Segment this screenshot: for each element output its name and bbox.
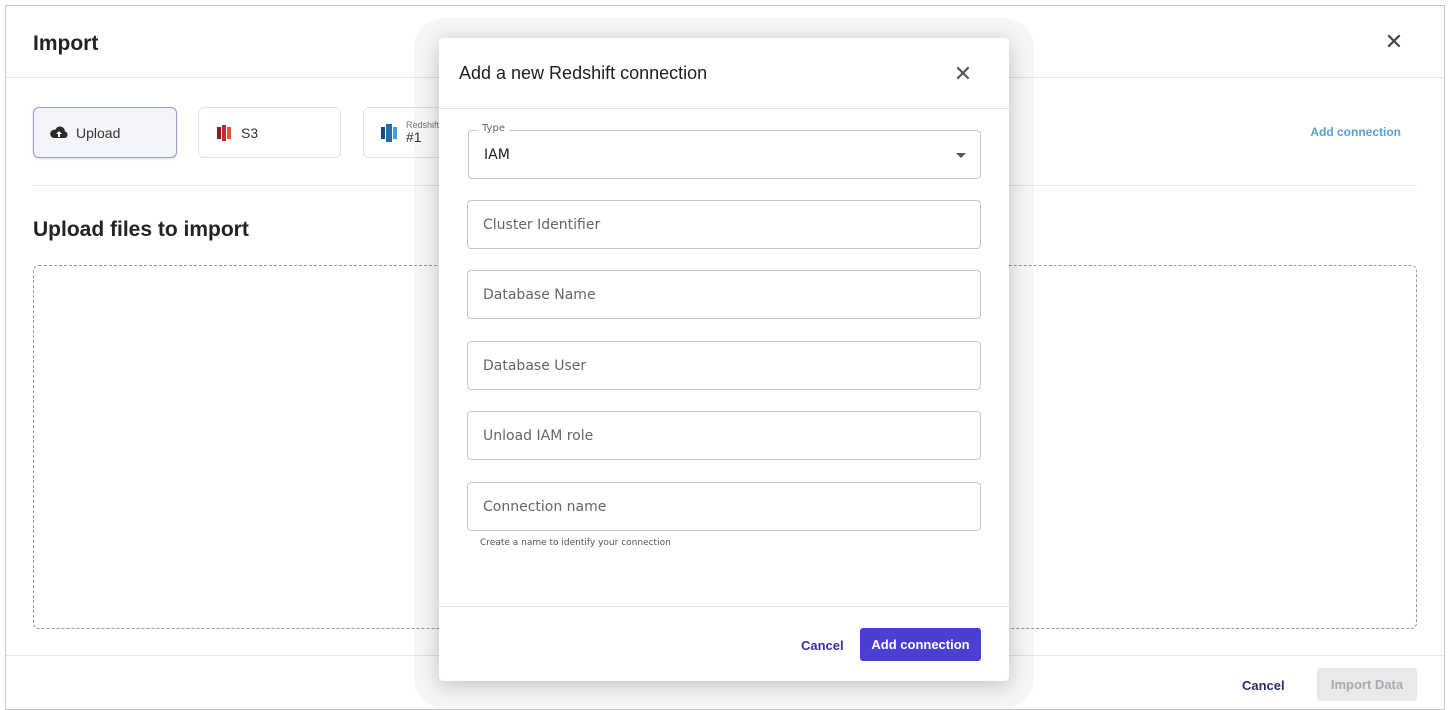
unload-iam-role-input[interactable]: Unload IAM role — [467, 411, 981, 460]
dialog-title: Add a new Redshift connection — [459, 63, 708, 83]
type-select-value: IAM — [484, 146, 510, 163]
add-redshift-connection-dialog: Add a new Redshift connection ✕ Type IAM… — [439, 38, 1009, 681]
connection-name-helper-text: Create a name to identify your connectio… — [480, 538, 671, 548]
database-name-input[interactable]: Database Name — [467, 270, 981, 319]
add-connection-button[interactable]: Add connection — [860, 628, 981, 661]
divider — [439, 606, 1009, 607]
divider — [439, 108, 1009, 109]
close-icon[interactable]: ✕ — [951, 62, 975, 86]
caret-down-icon — [956, 153, 966, 158]
type-select-label: Type — [478, 123, 509, 134]
field-placeholder: Connection name — [483, 498, 607, 515]
field-placeholder: Unload IAM role — [483, 427, 594, 444]
field-placeholder: Database Name — [483, 286, 596, 303]
cancel-button[interactable]: Cancel — [801, 638, 844, 653]
field-placeholder: Database User — [483, 357, 587, 374]
cluster-identifier-input[interactable]: Cluster Identifier — [467, 200, 981, 249]
field-placeholder: Cluster Identifier — [483, 216, 601, 233]
type-select[interactable]: Type IAM — [468, 123, 981, 179]
connection-name-input[interactable]: Connection name — [467, 482, 981, 531]
database-user-input[interactable]: Database User — [467, 341, 981, 390]
